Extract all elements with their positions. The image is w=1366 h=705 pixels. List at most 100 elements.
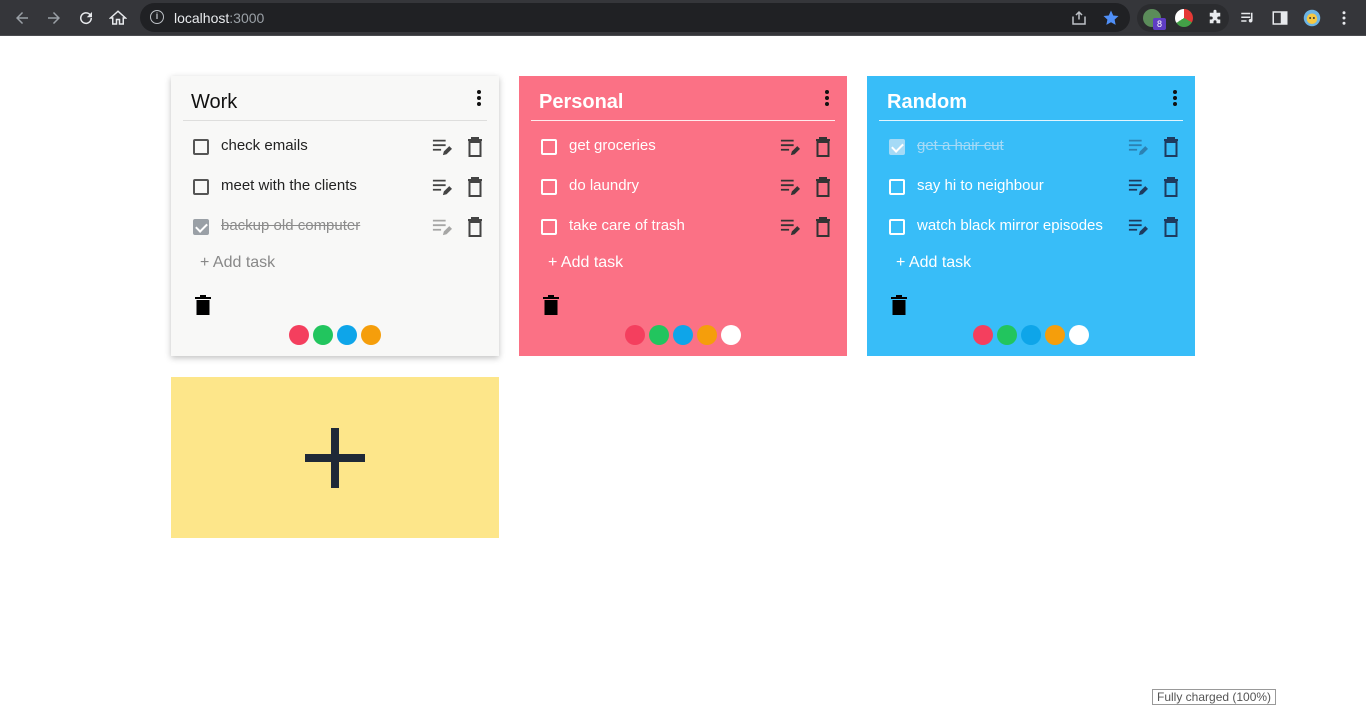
delete-task-icon[interactable]: [1163, 137, 1179, 157]
card-header: Work: [183, 88, 487, 121]
media-queue-icon[interactable]: [1236, 6, 1260, 30]
address-bar[interactable]: i localhost:3000: [140, 3, 1130, 32]
extensions-puzzle-icon[interactable]: [1203, 6, 1227, 30]
task-checkbox[interactable]: [193, 139, 209, 155]
url-text: localhost:3000: [174, 10, 264, 26]
task-text: take care of trash: [569, 217, 685, 234]
task-text: get groceries: [569, 137, 656, 154]
color-swatch-green[interactable]: [313, 325, 333, 345]
task-item: meet with the clients: [193, 175, 489, 199]
color-swatch-orange[interactable]: [1045, 325, 1065, 345]
task-checkbox[interactable]: [541, 139, 557, 155]
card-title[interactable]: Personal: [539, 91, 623, 114]
delete-list-icon[interactable]: [891, 295, 907, 315]
profile-avatar[interactable]: [1300, 6, 1324, 30]
card-title[interactable]: Random: [887, 91, 967, 114]
task-checkbox[interactable]: [889, 219, 905, 235]
delete-task-icon[interactable]: [815, 177, 831, 197]
card-title[interactable]: Work: [191, 91, 237, 114]
task-checkbox[interactable]: [193, 219, 209, 235]
delete-task-icon[interactable]: [467, 137, 483, 157]
list-card-personal: Personal get groceries do laundry take c…: [519, 76, 847, 356]
task-text: say hi to neighbour: [917, 177, 1044, 194]
bookmark-star-icon[interactable]: [1099, 6, 1123, 30]
edit-task-icon[interactable]: [1127, 217, 1149, 237]
url-port: :3000: [229, 10, 265, 26]
color-swatch-white[interactable]: [1069, 325, 1089, 345]
color-swatch-blue[interactable]: [1021, 325, 1041, 345]
list-card-random: Random get a hair cut say hi to neighbou…: [867, 76, 1195, 356]
task-item: say hi to neighbour: [889, 175, 1185, 199]
delete-task-icon[interactable]: [815, 217, 831, 237]
color-palette: [867, 325, 1195, 345]
delete-task-icon[interactable]: [1163, 217, 1179, 237]
color-swatch-red[interactable]: [289, 325, 309, 345]
side-panel-icon[interactable]: [1268, 6, 1292, 30]
delete-task-icon[interactable]: [467, 177, 483, 197]
task-text: watch black mirror episodes: [917, 217, 1103, 234]
task-checkbox[interactable]: [889, 139, 905, 155]
color-swatch-green[interactable]: [649, 325, 669, 345]
task-text: get a hair cut: [917, 137, 1004, 154]
task-checkbox[interactable]: [541, 219, 557, 235]
color-swatch-red[interactable]: [625, 325, 645, 345]
task-text: check emails: [221, 137, 308, 154]
url-host: localhost: [174, 10, 230, 26]
task-item: do laundry: [541, 175, 837, 199]
reload-icon[interactable]: [74, 6, 98, 30]
more-options-icon[interactable]: [821, 88, 833, 108]
task-text: backup old computer: [221, 217, 361, 234]
delete-list-icon[interactable]: [543, 295, 559, 315]
task-item: get groceries: [541, 135, 837, 159]
card-header: Random: [879, 88, 1183, 121]
color-palette: [519, 325, 847, 345]
home-icon[interactable]: [106, 6, 130, 30]
share-icon[interactable]: [1067, 6, 1091, 30]
color-swatch-blue[interactable]: [337, 325, 357, 345]
task-text: do laundry: [569, 177, 640, 194]
edit-task-icon[interactable]: [779, 177, 801, 197]
extension-group: [1137, 4, 1229, 32]
edit-task-icon[interactable]: [1127, 177, 1149, 197]
site-info-icon[interactable]: i: [150, 10, 164, 24]
delete-list-icon[interactable]: [195, 295, 211, 315]
browser-menu-icon[interactable]: [1332, 6, 1356, 30]
color-swatch-green[interactable]: [997, 325, 1017, 345]
back-icon[interactable]: [10, 6, 34, 30]
color-swatch-orange[interactable]: [697, 325, 717, 345]
browser-toolbar: i localhost:3000 8: [0, 0, 1366, 36]
delete-task-icon[interactable]: [815, 137, 831, 157]
list-card-work: Work check emails meet with the clients …: [171, 76, 499, 356]
task-item: take care of trash: [541, 215, 837, 239]
task-checkbox[interactable]: [541, 179, 557, 195]
add-task-button[interactable]: + Add task: [896, 254, 971, 272]
task-item: watch black mirror episodes: [889, 215, 1185, 239]
add-list-button[interactable]: [171, 377, 499, 538]
edit-task-icon[interactable]: [431, 217, 453, 237]
color-palette: [171, 325, 499, 345]
color-swatch-blue[interactable]: [673, 325, 693, 345]
add-task-button[interactable]: + Add task: [200, 254, 275, 272]
extension-color-icon[interactable]: [1175, 9, 1193, 27]
edit-task-icon[interactable]: [431, 137, 453, 157]
task-checkbox[interactable]: [889, 179, 905, 195]
edit-task-icon[interactable]: [431, 177, 453, 197]
card-header: Personal: [531, 88, 835, 121]
delete-task-icon[interactable]: [467, 217, 483, 237]
color-swatch-red[interactable]: [973, 325, 993, 345]
edit-task-icon[interactable]: [1127, 137, 1149, 157]
more-options-icon[interactable]: [473, 88, 485, 108]
forward-icon[interactable]: [42, 6, 66, 30]
task-item: backup old computer: [193, 215, 489, 239]
task-item: check emails: [193, 135, 489, 159]
add-task-button[interactable]: + Add task: [548, 254, 623, 272]
task-item: get a hair cut: [889, 135, 1185, 159]
delete-task-icon[interactable]: [1163, 177, 1179, 197]
edit-task-icon[interactable]: [779, 137, 801, 157]
more-options-icon[interactable]: [1169, 88, 1181, 108]
task-checkbox[interactable]: [193, 179, 209, 195]
plus-icon-bar: [305, 454, 365, 462]
edit-task-icon[interactable]: [779, 217, 801, 237]
color-swatch-white[interactable]: [721, 325, 741, 345]
color-swatch-orange[interactable]: [361, 325, 381, 345]
